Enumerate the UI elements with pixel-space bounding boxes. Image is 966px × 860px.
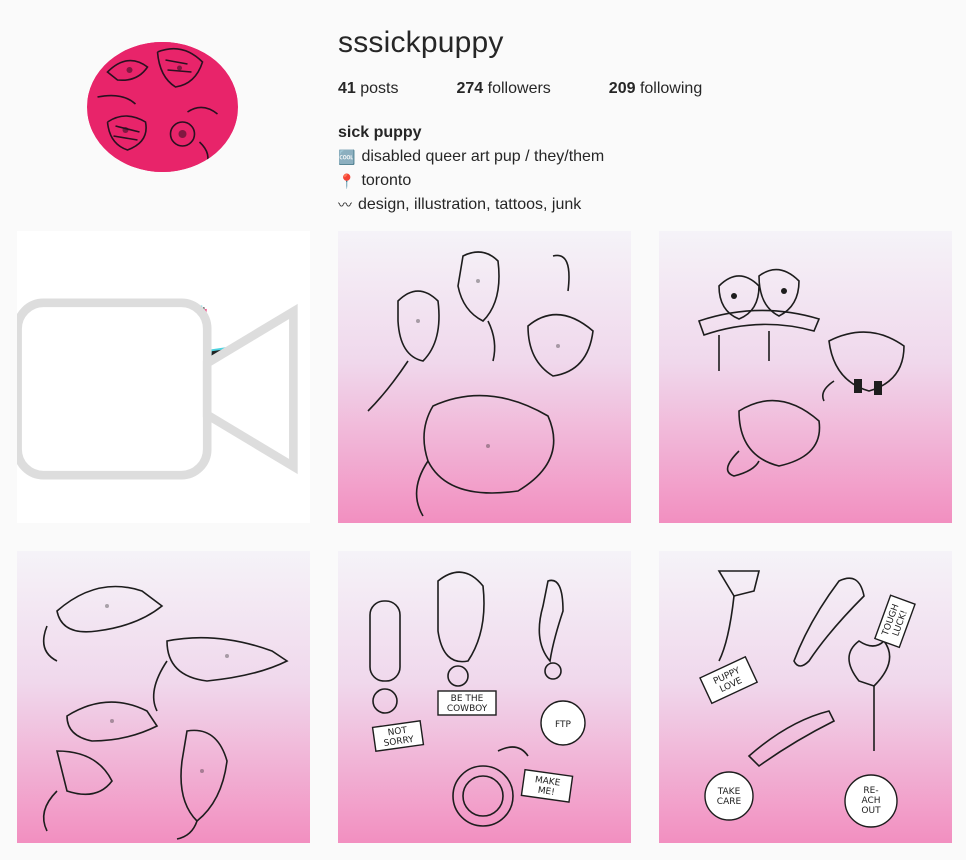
- keychain-illustration: NOT SORRY BE THE COWBOY FTP MAKE ME!: [369, 571, 586, 827]
- post-tile-4[interactable]: [17, 551, 310, 843]
- keychain-illustration: PUPPY LOVE TOUGH LUCK! TAKE CARE RE- ACH: [699, 570, 916, 828]
- pin-emoji-icon: 📍: [338, 173, 356, 189]
- tag-reach-out: RE-: [863, 786, 878, 796]
- opossum-illustration: [42, 585, 289, 840]
- following-link[interactable]: 209 following: [609, 80, 702, 98]
- bio-line-2: 📍 toronto: [338, 169, 604, 193]
- profile-stats: 41 posts 274 followers 209 following: [338, 80, 760, 98]
- following-count-label: following: [639, 80, 703, 97]
- posts-count: 41 posts: [338, 80, 399, 98]
- bio-line-3: 〰 design, illustration, tattoos, junk: [338, 193, 604, 217]
- opossum-illustration: [367, 251, 594, 517]
- bio-line-1: 🆒 disabled queer art pup / they/them: [338, 145, 604, 169]
- profile-bio: sick puppy 🆒 disabled queer art pup / th…: [338, 121, 604, 217]
- post-tile-2[interactable]: [338, 231, 631, 523]
- avatar-illustration: [87, 42, 238, 172]
- tag-ftp: FTP: [555, 720, 572, 730]
- following-count-value: 209: [608, 80, 636, 97]
- post-tile-5[interactable]: NOT SORRY BE THE COWBOY FTP MAKE ME!: [338, 551, 631, 843]
- bio-line-2-text: toronto: [361, 172, 412, 189]
- svg-text:CARE: CARE: [717, 797, 742, 807]
- bio-name: sick puppy: [338, 124, 422, 141]
- wavy-dash-icon: 〰: [338, 197, 352, 213]
- bio-line-1-text: disabled queer art pup / they/them: [361, 148, 605, 165]
- video-icon: [17, 298, 298, 480]
- followers-link[interactable]: 274 followers: [457, 80, 551, 98]
- tag-take-care: TAKE: [717, 787, 741, 797]
- profile-avatar[interactable]: [87, 42, 238, 172]
- svg-text:COWBOY: COWBOY: [447, 704, 488, 714]
- posts-count-value: 41: [338, 80, 356, 97]
- post-tile-6[interactable]: PUPPY LOVE TOUGH LUCK! TAKE CARE RE- ACH: [659, 551, 952, 843]
- profile-username: sssickpuppy: [338, 26, 504, 59]
- tag-be-the-cowboy: BE THE: [451, 694, 484, 704]
- opossum-illustration: [697, 268, 905, 477]
- bio-line-3-text: design, illustration, tattoos, junk: [358, 196, 582, 213]
- post-tile-1[interactable]: I HOPE I I HOPE I I HOPE I NEVER KEEP NE…: [17, 231, 310, 523]
- followers-count-label: followers: [487, 80, 551, 97]
- svg-text:OUT: OUT: [861, 806, 881, 816]
- svg-text:ACH: ACH: [861, 796, 880, 806]
- followers-count-value: 274: [456, 80, 484, 97]
- post-tile-3[interactable]: [659, 231, 952, 523]
- cool-emoji-icon: 🆒: [338, 149, 356, 165]
- posts-count-label: posts: [360, 80, 399, 97]
